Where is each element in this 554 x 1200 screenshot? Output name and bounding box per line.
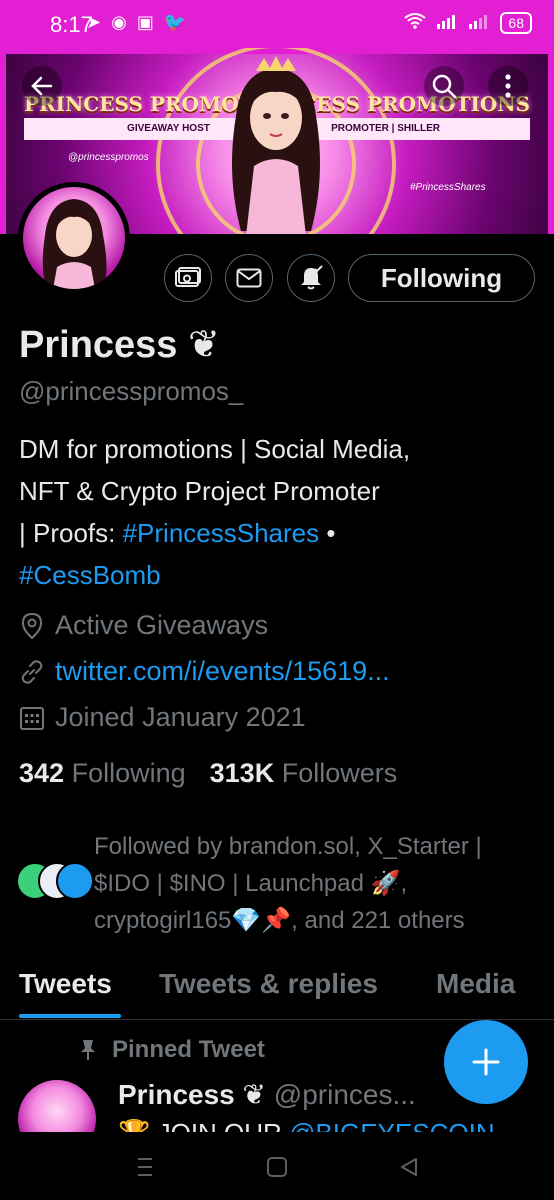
link-icon [21, 659, 43, 684]
profile-bio: DM for promotions | Social Media, NFT & … [19, 428, 539, 596]
triangle-back-icon [401, 1158, 417, 1176]
active-tab-indicator [19, 1014, 121, 1018]
back-button[interactable] [22, 66, 62, 106]
follower-avatar [56, 862, 94, 900]
bio-line-4: #CessBomb [19, 554, 539, 596]
money-icon [175, 267, 201, 287]
followers-count-link[interactable]: 313K Followers [210, 758, 398, 789]
followed-by-avatars[interactable] [16, 862, 96, 902]
plus-icon [472, 1048, 500, 1076]
followed-by-line-2: $IDO | $INO | Launchpad 🚀, [94, 870, 408, 897]
system-back-button[interactable] [394, 1152, 424, 1182]
home-button[interactable] [262, 1152, 292, 1182]
tweet-text-prefix: 🏆 JOIN OUR [118, 1118, 289, 1132]
telegram-icon: ➤ [86, 12, 102, 32]
profile-url-link[interactable]: twitter.com/i/events/15619... [55, 656, 390, 687]
tweet-author-handle: @princes... [273, 1079, 416, 1110]
profile-location: Active Giveaways [19, 610, 268, 641]
profile-name-emoji: ❦ [188, 324, 220, 366]
profile-name: Princess ❦ [19, 322, 220, 367]
profile-stats: 342 Following 313K Followers [19, 758, 397, 789]
following-count: 342 [19, 758, 65, 788]
pinned-tweet-text: Pinned Tweet [112, 1036, 265, 1063]
followed-by-text[interactable]: Followed by brandon.sol, X_Starter | $ID… [94, 828, 534, 939]
compose-tweet-button[interactable] [444, 1020, 528, 1104]
signal-icon [436, 13, 458, 34]
app-icon: ◉ [111, 12, 127, 32]
bio-line-1: DM for promotions | Social Media, [19, 434, 411, 464]
followers-label: Followers [281, 758, 398, 788]
menu-lines-icon [138, 1158, 152, 1176]
pin-icon [81, 1040, 95, 1060]
hashtag-link-princessshares[interactable]: #PrincessShares [123, 518, 320, 548]
battery-indicator: 68 [500, 12, 532, 34]
tweet-mention-link[interactable]: @BIGEYESCOIN [289, 1118, 495, 1132]
pinned-tweet-label: Pinned Tweet [80, 1036, 265, 1064]
status-right: 68 [404, 12, 532, 34]
arrow-left-icon [31, 76, 53, 96]
tab-tweets[interactable]: Tweets [19, 968, 112, 1000]
banner-princess-illustration [232, 56, 320, 234]
more-vertical-icon [505, 74, 511, 98]
bio-separator: • [319, 518, 336, 548]
profile-avatar[interactable] [18, 182, 130, 294]
wifi-icon [404, 12, 427, 34]
banner-tag-right: #PrincessShares [410, 182, 486, 193]
followed-by-line-3: cryptogirl165💎📌, and 221 others [94, 907, 465, 934]
envelope-icon [236, 268, 262, 288]
signal-icon-2 [468, 13, 490, 34]
profile-joined: Joined January 2021 [19, 702, 306, 733]
followers-count: 313K [209, 758, 275, 788]
search-icon [432, 74, 457, 99]
banner-tag-left: @princesspromos [68, 152, 149, 163]
bio-line-2: NFT & Crypto Project Promoter [19, 476, 380, 506]
status-bar: 8:17 ➤ ◉ ▣ 🐦 68 [0, 0, 554, 48]
bell-check-icon [301, 265, 323, 290]
avatar-illustration [42, 199, 107, 289]
bio-line-3-prefix: | Proofs: [19, 518, 123, 548]
tab-media[interactable]: Media [436, 968, 515, 1000]
notification-icon: ▣ [136, 12, 154, 32]
calendar-icon [20, 706, 44, 730]
following-label: Following [71, 758, 186, 788]
tweet-text[interactable]: 🏆 JOIN OUR @BIGEYESCOIN [118, 1118, 495, 1132]
square-icon [267, 1157, 287, 1177]
location-pin-icon [21, 612, 43, 639]
tweet-header: Princess ❦ @princes... [118, 1078, 416, 1111]
followed-by-line-1: Followed by brandon.sol, X_Starter | [94, 833, 482, 860]
tab-tweets-and-replies[interactable]: Tweets & replies [159, 968, 378, 1000]
profile-tabs: Tweets Tweets & replies Media [0, 956, 554, 1020]
more-options-button[interactable] [488, 66, 528, 106]
system-nav-bar [0, 1132, 554, 1200]
profile-joined-text: Joined January 2021 [55, 702, 306, 732]
tweet-author-name[interactable]: Princess [118, 1079, 235, 1110]
profile-name-text: Princess [19, 324, 178, 366]
twitter-icon: 🐦 [163, 12, 187, 32]
search-button[interactable] [424, 66, 464, 106]
bio-line-3: | Proofs: #PrincessShares • [19, 512, 539, 554]
profile-location-text: Active Giveaways [55, 610, 269, 640]
hashtag-link-cessbomb[interactable]: #CessBomb [19, 560, 161, 590]
profile-handle: @princesspromos_ [19, 376, 244, 406]
following-count-link[interactable]: 342 Following [19, 758, 186, 789]
message-button[interactable] [225, 254, 273, 302]
recent-apps-button[interactable] [130, 1152, 160, 1182]
notifications-button[interactable] [287, 254, 335, 302]
tweet-author-emoji: ❦ [242, 1079, 266, 1110]
following-button[interactable]: Following [348, 254, 535, 302]
professional-tools-button[interactable] [164, 254, 212, 302]
status-icons: ➤ ◉ ▣ 🐦 [86, 12, 186, 33]
profile-url: twitter.com/i/events/15619... [19, 656, 390, 687]
